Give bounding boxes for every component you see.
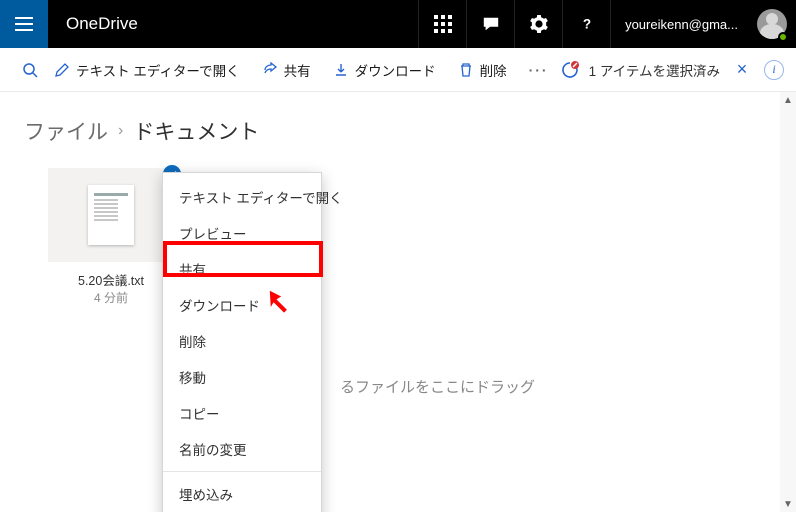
trash-icon	[458, 62, 474, 78]
search-button[interactable]	[18, 54, 42, 86]
context-menu: テキスト エディターで開くプレビュー共有ダウンロード削除移動コピー名前の変更埋め…	[162, 172, 322, 512]
text-file-icon	[88, 185, 134, 245]
scroll-up-icon[interactable]: ▲	[780, 92, 796, 108]
user-avatar-button[interactable]	[748, 0, 796, 48]
pencil-icon	[54, 62, 70, 78]
context-menu-item[interactable]: 埋め込み	[163, 476, 321, 512]
selection-status: 1 アイテムを選択済み	[589, 60, 720, 80]
help-button[interactable]: ?	[562, 0, 610, 48]
details-pane-button[interactable]: i	[764, 60, 784, 80]
open-in-editor-label: テキスト エディターで開く	[76, 60, 240, 80]
chat-icon	[482, 15, 500, 33]
waffle-icon	[434, 15, 452, 33]
context-menu-item[interactable]: テキスト エディターで開く	[163, 179, 321, 215]
breadcrumb-root[interactable]: ファイル	[24, 116, 108, 146]
brand-title: OneDrive	[48, 0, 156, 48]
share-button[interactable]: 共有	[252, 54, 321, 86]
clear-selection-button[interactable]: ×	[730, 58, 754, 82]
share-label: 共有	[284, 60, 311, 80]
command-bar: テキスト エディターで開く 共有 ダウンロード 削除 ··· 1 アイテムを選択…	[0, 48, 796, 92]
overflow-menu-button[interactable]: ···	[519, 62, 559, 78]
app-launcher-button[interactable]	[0, 0, 48, 48]
help-icon: ?	[578, 15, 596, 33]
open-in-editor-button[interactable]: テキスト エディターで開く	[44, 54, 250, 86]
command-bar-right: 1 アイテムを選択済み × i	[561, 58, 784, 82]
breadcrumb-current: ドキュメント	[133, 116, 259, 146]
scrollbar[interactable]: ▲ ▼	[780, 92, 796, 512]
sync-status-icon	[561, 61, 579, 79]
menu-icon	[14, 14, 34, 34]
download-label: ダウンロード	[355, 60, 436, 80]
breadcrumb: ファイル › ドキュメント	[24, 116, 772, 146]
content-area: ファイル › ドキュメント 5.20会議.txt 4 分前 テキスト エディター…	[0, 92, 796, 512]
context-menu-item[interactable]: ダウンロード	[163, 287, 321, 323]
header-spacer	[156, 0, 418, 48]
file-name: 5.20会議.txt	[48, 270, 174, 289]
scroll-down-icon[interactable]: ▼	[780, 496, 796, 512]
file-tile[interactable]: 5.20会議.txt 4 分前	[48, 168, 174, 306]
context-menu-item[interactable]: 移動	[163, 359, 321, 395]
drag-hint: るファイルをここにドラッグ	[340, 376, 535, 397]
download-icon	[333, 62, 349, 78]
search-icon	[22, 62, 38, 78]
menu-divider	[163, 471, 321, 472]
context-menu-item[interactable]: プレビュー	[163, 215, 321, 251]
settings-button[interactable]	[514, 0, 562, 48]
download-button[interactable]: ダウンロード	[323, 54, 446, 86]
share-icon	[262, 62, 278, 78]
context-menu-item[interactable]: 削除	[163, 323, 321, 359]
context-menu-item[interactable]: コピー	[163, 395, 321, 431]
gear-icon	[530, 15, 548, 33]
presence-dot	[778, 32, 788, 42]
user-email[interactable]: youreikenn@gma...	[610, 0, 748, 48]
svg-text:?: ?	[582, 17, 590, 32]
app-header: OneDrive ? youreikenn@gma...	[0, 0, 796, 48]
app-grid-button[interactable]	[418, 0, 466, 48]
delete-label: 削除	[480, 60, 507, 80]
context-menu-item[interactable]: 名前の変更	[163, 431, 321, 467]
chat-button[interactable]	[466, 0, 514, 48]
file-thumbnail	[48, 168, 174, 262]
file-modified: 4 分前	[48, 289, 174, 306]
chevron-right-icon: ›	[118, 122, 123, 140]
command-bar-left: テキスト エディターで開く 共有 ダウンロード 削除 ···	[18, 54, 559, 86]
context-menu-item[interactable]: 共有	[163, 251, 321, 287]
delete-button[interactable]: 削除	[448, 54, 517, 86]
